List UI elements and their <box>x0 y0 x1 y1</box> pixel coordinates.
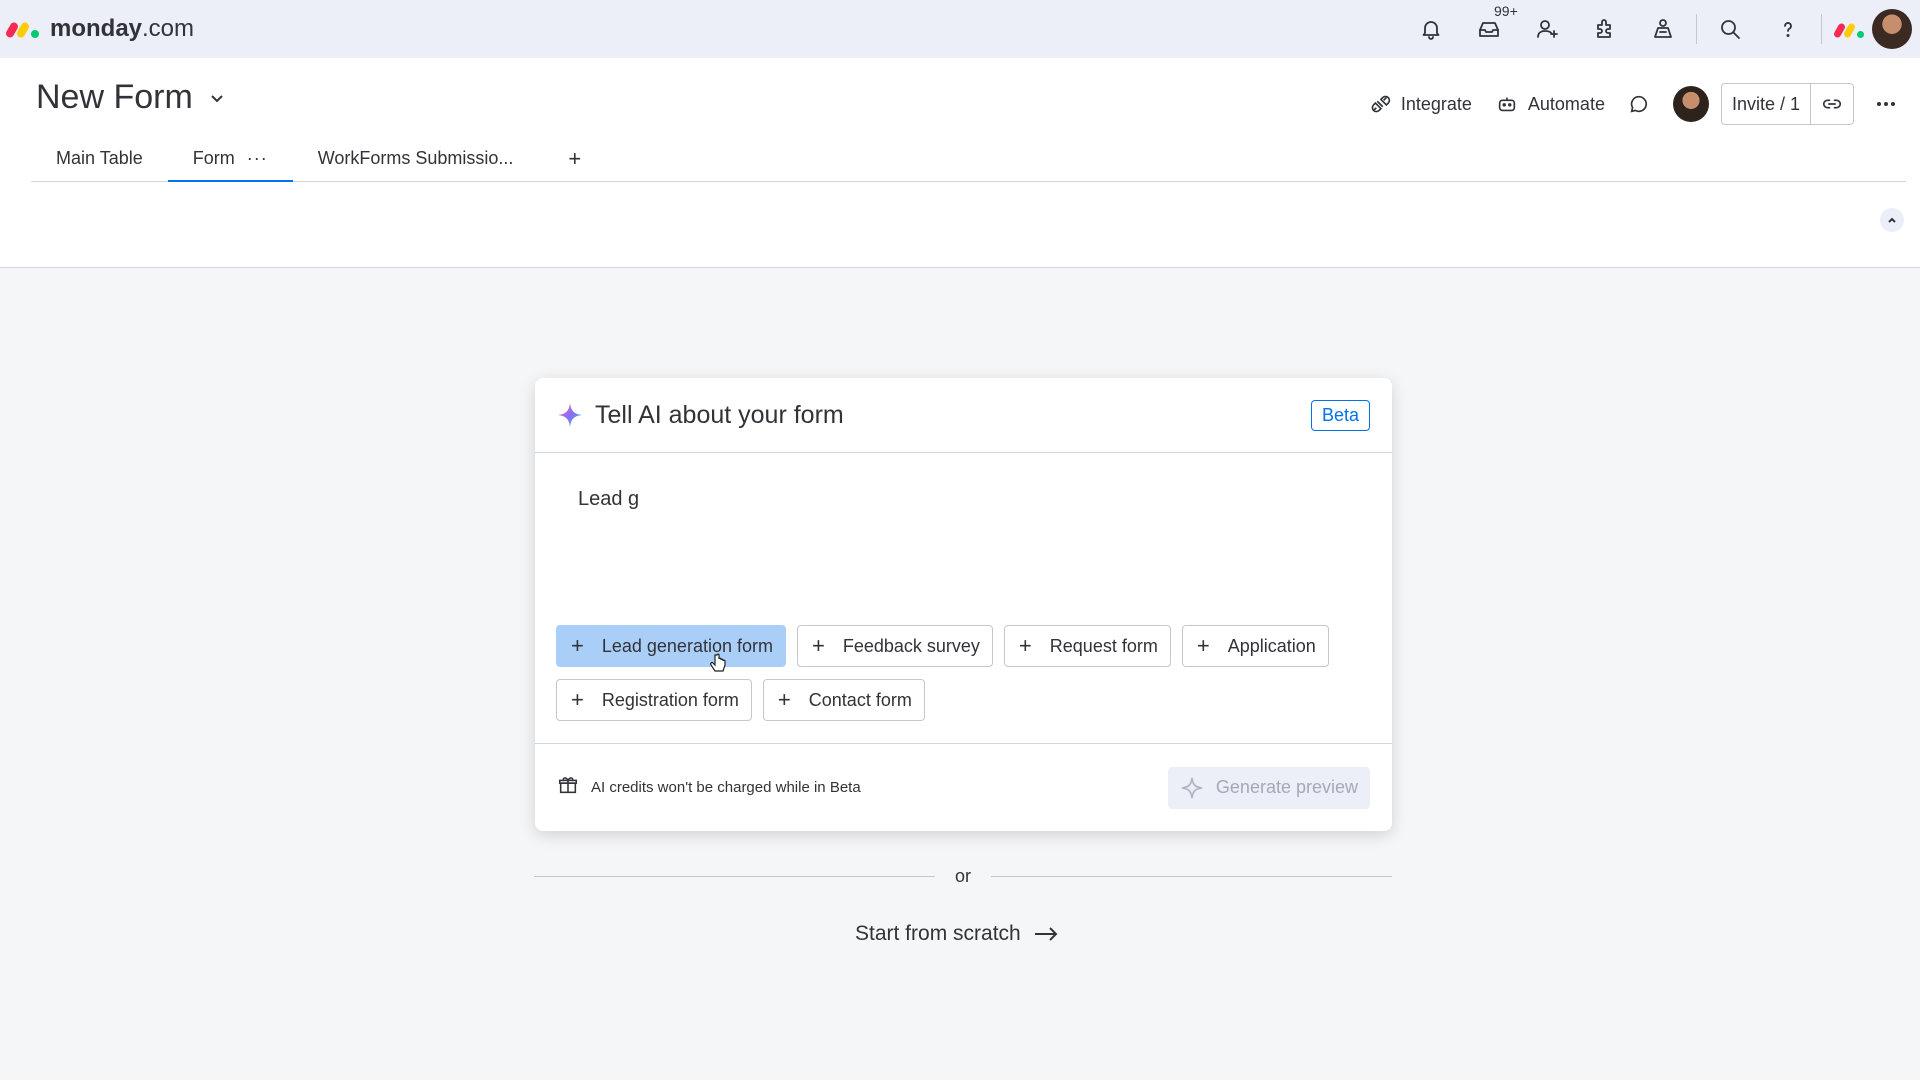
inbox-badge: 99+ <box>1494 3 1518 19</box>
collapse-header-icon[interactable] <box>1880 208 1904 232</box>
plus-icon: + <box>1018 633 1032 658</box>
board-header: New Form Integrate Automate Invite / 1 M… <box>0 58 1920 268</box>
suggestion-request-form[interactable]: + Request form <box>1003 625 1171 667</box>
beta-badge: Beta <box>1310 399 1370 431</box>
copy-link-icon[interactable] <box>1811 84 1853 124</box>
automate-label: Automate <box>1527 93 1605 114</box>
invite-button[interactable]: Invite / 1 <box>1722 84 1811 124</box>
topbar-divider <box>1696 14 1697 44</box>
tab-workforms-submissions[interactable]: WorkForms Submissio... <box>293 136 539 181</box>
topbar-divider <box>1821 14 1822 44</box>
plus-icon: + <box>571 633 584 658</box>
top-bar: monday.com 99+ <box>0 0 1920 58</box>
suggestion-application[interactable]: + Application <box>1181 625 1329 667</box>
board-title[interactable]: New Form <box>36 78 193 117</box>
integrate-icon <box>1371 95 1391 113</box>
comment-icon[interactable] <box>1617 84 1661 124</box>
plus-icon: + <box>1196 633 1210 658</box>
or-divider: or <box>534 865 1393 886</box>
plus-icon: + <box>571 687 584 712</box>
sparkle-icon <box>1181 777 1203 798</box>
suggestion-registration-form[interactable]: + Registration form <box>556 679 752 721</box>
generate-preview-button[interactable]: Generate preview <box>1167 766 1370 809</box>
plus-icon: + <box>811 633 825 658</box>
invite-member-icon[interactable] <box>1518 0 1576 58</box>
marketplace-icon[interactable] <box>1634 0 1692 58</box>
monday-logo[interactable]: monday.com <box>4 15 195 43</box>
hand-cursor-icon <box>710 653 726 672</box>
search-icon[interactable] <box>1701 0 1759 58</box>
help-icon[interactable] <box>1759 0 1817 58</box>
view-tabs: Main Table Form ··· WorkForms Submissio.… <box>31 136 1906 182</box>
tab-main-table[interactable]: Main Table <box>31 136 168 181</box>
board-member-avatar[interactable] <box>1672 86 1709 122</box>
ai-form-builder-card: Tell AI about your form Beta Lead g + Le… <box>535 378 1392 831</box>
monday-logo-icon <box>4 17 42 41</box>
tab-menu-icon[interactable]: ··· <box>247 148 268 169</box>
more-options-icon[interactable] <box>1864 84 1908 124</box>
user-avatar[interactable] <box>1872 9 1912 49</box>
bell-icon[interactable] <box>1402 0 1460 58</box>
suggestion-contact-form[interactable]: + Contact form <box>762 679 925 721</box>
apps-icon[interactable] <box>1576 0 1634 58</box>
or-label: or <box>955 865 972 886</box>
workspace-switcher-icon[interactable] <box>1832 17 1866 41</box>
start-from-scratch-link[interactable]: Start from scratch <box>855 922 1059 946</box>
gift-icon <box>557 774 579 801</box>
plus-icon: + <box>777 687 791 712</box>
ai-credits-note: AI credits won't be charged while in Bet… <box>591 779 861 796</box>
tab-form[interactable]: Form ··· <box>167 136 293 182</box>
inbox-icon[interactable]: 99+ <box>1460 0 1518 58</box>
automate-button[interactable]: Automate <box>1484 84 1617 124</box>
add-view-button[interactable]: + <box>548 136 601 181</box>
integrate-label: Integrate <box>1400 93 1472 114</box>
brand-name: monday.com <box>50 15 195 42</box>
ai-sparkle-icon <box>558 403 582 427</box>
suggestion-feedback-survey[interactable]: + Feedback survey <box>796 625 993 667</box>
robot-icon <box>1498 97 1516 112</box>
card-title: Tell AI about your form <box>595 400 844 429</box>
suggestion-chips: + Lead generation form + Feedback survey… <box>556 625 1376 733</box>
chevron-down-icon[interactable] <box>207 88 227 108</box>
arrow-right-icon <box>1034 927 1058 941</box>
ai-prompt-input[interactable]: Lead g <box>578 488 639 511</box>
integrate-button[interactable]: Integrate <box>1357 84 1484 124</box>
suggestion-lead-generation-form[interactable]: + Lead generation form <box>556 625 786 672</box>
